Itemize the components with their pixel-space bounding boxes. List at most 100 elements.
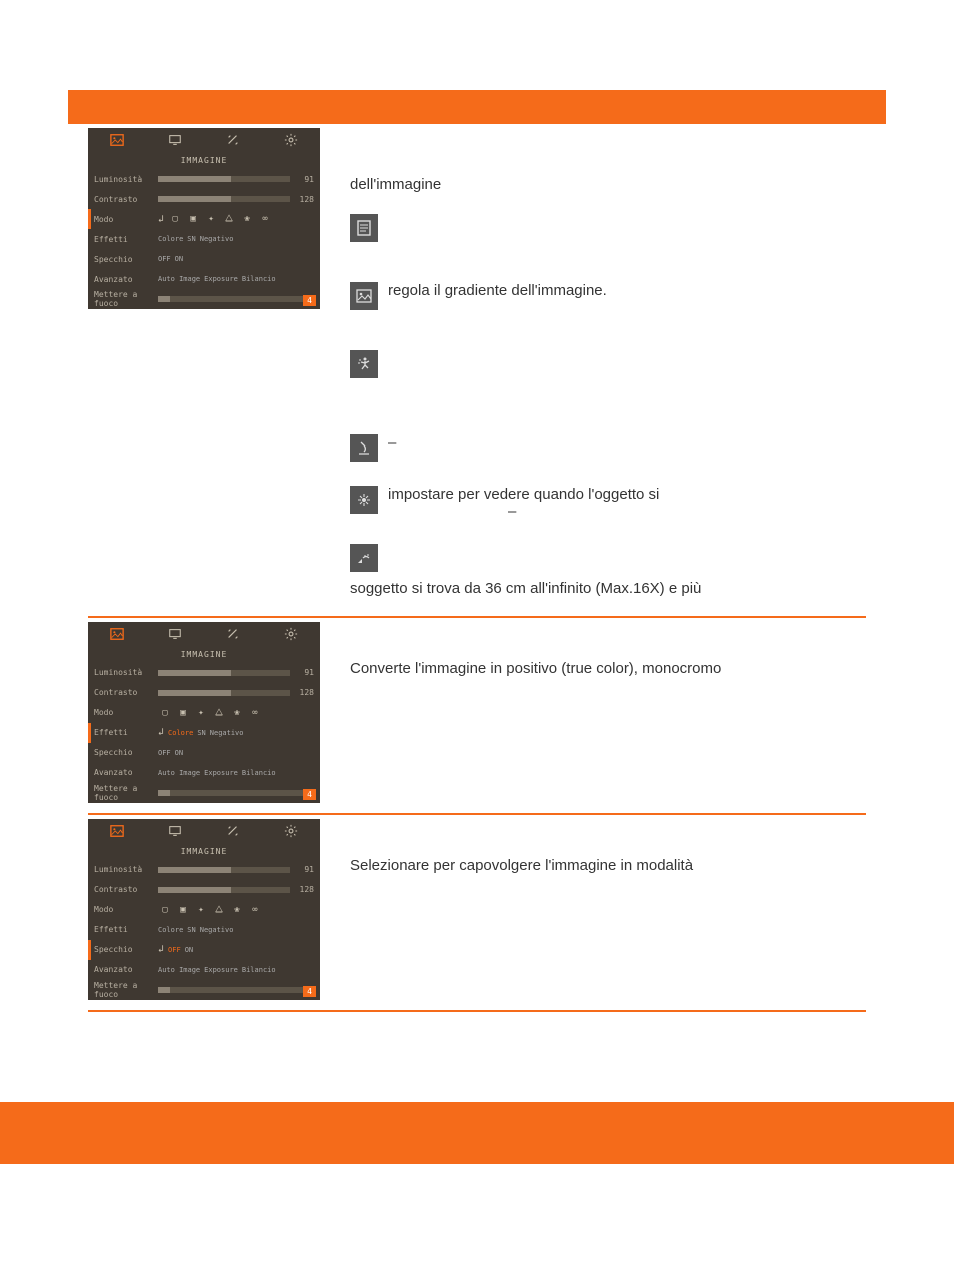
row-modo[interactable]: Modo▢▣✦⧋❀∞ [88, 900, 320, 920]
settings-panel: IMMAGINE Luminosità91 Contrasto128 Modo▢… [88, 622, 320, 803]
doc-icon[interactable]: ▢ [158, 903, 172, 917]
motion-icon[interactable]: ✦ [194, 903, 208, 917]
infinity-icon[interactable]: ∞ [248, 706, 262, 720]
photo-icon[interactable]: ▣ [186, 212, 200, 226]
normal-mode-text-2: soggetto si trova da 36 cm all'infinito … [350, 578, 866, 600]
opt-sn[interactable]: SN [187, 235, 195, 243]
motion-icon[interactable]: ✦ [204, 212, 218, 226]
opt-negativo[interactable]: Negativo [200, 235, 234, 243]
opt-autoimage[interactable]: Auto Image [158, 275, 200, 283]
opt-on[interactable]: ON [185, 946, 193, 954]
row-effetti[interactable]: EffettiColoreSNNegativo [88, 920, 320, 940]
slider-luminosita[interactable] [158, 176, 290, 182]
opt-off[interactable]: OFF [158, 749, 171, 757]
value-luminosita: 91 [290, 668, 314, 677]
row-modo[interactable]: Modo ↲ ▢ ▣ ✦ ⧋ ❀ ∞ [88, 209, 320, 229]
opt-autoimage[interactable]: Auto Image [158, 769, 200, 777]
opt-negativo[interactable]: Negativo [210, 729, 244, 737]
row-effetti[interactable]: Effetti↲ColoreSNNegativo [88, 723, 320, 743]
row-focus[interactable]: Mettere a fuoco [88, 783, 320, 803]
panel-tab-settings[interactable] [262, 819, 320, 843]
focus-value-badge: 4 [303, 986, 316, 997]
infinity-icon[interactable]: ∞ [248, 903, 262, 917]
row-luminosita[interactable]: Luminosità91 [88, 663, 320, 683]
opt-on[interactable]: ON [175, 255, 183, 263]
slider-focus[interactable] [158, 987, 314, 993]
opt-sn[interactable]: SN [197, 729, 205, 737]
panel-tab-tools[interactable] [204, 622, 262, 646]
opt-sn[interactable]: SN [187, 926, 195, 934]
motion-icon[interactable]: ✦ [194, 706, 208, 720]
row-contrasto[interactable]: Contrasto 128 [88, 189, 320, 209]
slider-contrasto[interactable] [158, 887, 290, 893]
panel-tab-image[interactable] [88, 128, 146, 152]
opt-autoimage[interactable]: Auto Image [158, 966, 200, 974]
opt-bilancio[interactable]: Bilancio [242, 275, 276, 283]
panel-tab-bar [88, 128, 320, 152]
doc-icon[interactable]: ▢ [168, 212, 182, 226]
enter-icon: ↲ [158, 214, 164, 225]
opt-colore[interactable]: Colore [158, 926, 183, 934]
microscope-icon[interactable]: ⧋ [212, 903, 226, 917]
row-specchio[interactable]: Specchio OFF ON [88, 249, 320, 269]
row-focus[interactable]: Mettere a fuoco [88, 980, 320, 1000]
panel-tab-tools[interactable] [204, 819, 262, 843]
photo-icon[interactable]: ▣ [176, 706, 190, 720]
opt-off[interactable]: OFF [168, 946, 181, 954]
opt-exposure[interactable]: Exposure [204, 275, 238, 283]
infinity-icon[interactable]: ∞ [258, 212, 272, 226]
row-specchio[interactable]: Specchio↲OFFON [88, 940, 320, 960]
panel-tab-display[interactable] [146, 128, 204, 152]
row-avanzato[interactable]: AvanzatoAuto ImageExposureBilancio [88, 960, 320, 980]
row-luminosita[interactable]: Luminosità91 [88, 860, 320, 880]
row-avanzato[interactable]: Avanzato Auto Image Exposure Bilancio [88, 269, 320, 289]
focus-value-badge: 4 [303, 789, 316, 800]
text-dellimmagine: dell'immagine [350, 174, 866, 196]
photo-icon[interactable]: ▣ [176, 903, 190, 917]
panel-column: IMMAGINE Luminosità91 Contrasto128 Modo▢… [88, 815, 332, 1000]
opt-on[interactable]: ON [175, 749, 183, 757]
doc-icon[interactable]: ▢ [158, 706, 172, 720]
macro-icon[interactable]: ❀ [230, 903, 244, 917]
panel-tab-display[interactable] [146, 819, 204, 843]
row-specchio[interactable]: SpecchioOFFON [88, 743, 320, 763]
slider-contrasto[interactable] [158, 196, 290, 202]
photo-mode-icon [350, 282, 378, 310]
panel-tab-settings[interactable] [262, 128, 320, 152]
panel-column: IMMAGINE Luminosità91 Contrasto128 Modo▢… [88, 618, 332, 803]
specchio-description: Selezionare per capovolgere l'immagine i… [350, 855, 866, 877]
row-focus[interactable]: Mettere a fuoco [88, 289, 320, 309]
row-luminosita[interactable]: Luminosità 91 [88, 169, 320, 189]
row-effetti[interactable]: Effetti Colore SN Negativo [88, 229, 320, 249]
panel-title: IMMAGINE [88, 843, 320, 860]
opt-exposure[interactable]: Exposure [204, 769, 238, 777]
row-modo[interactable]: Modo▢▣✦⧋❀∞ [88, 703, 320, 723]
panel-tab-display[interactable] [146, 622, 204, 646]
label-effetti: Effetti [94, 235, 158, 244]
row-avanzato[interactable]: AvanzatoAuto ImageExposureBilancio [88, 763, 320, 783]
slider-focus[interactable] [158, 296, 314, 302]
panel-tab-image[interactable] [88, 819, 146, 843]
slider-contrasto[interactable] [158, 690, 290, 696]
macro-icon[interactable]: ❀ [230, 706, 244, 720]
slider-focus[interactable] [158, 790, 314, 796]
opt-bilancio[interactable]: Bilancio [242, 769, 276, 777]
panel-tab-settings[interactable] [262, 622, 320, 646]
opt-colore[interactable]: Colore [168, 729, 193, 737]
slider-luminosita[interactable] [158, 867, 290, 873]
opt-bilancio[interactable]: Bilancio [242, 966, 276, 974]
macro-icon[interactable]: ❀ [240, 212, 254, 226]
microscope-icon[interactable]: ⧋ [222, 212, 236, 226]
panel-column: IMMAGINE Luminosità 91 Contrasto 128 [88, 124, 332, 309]
panel-title: IMMAGINE [88, 152, 320, 169]
slider-luminosita[interactable] [158, 670, 290, 676]
row-contrasto[interactable]: Contrasto128 [88, 880, 320, 900]
panel-tab-tools[interactable] [204, 128, 262, 152]
panel-tab-image[interactable] [88, 622, 146, 646]
row-contrasto[interactable]: Contrasto128 [88, 683, 320, 703]
opt-negativo[interactable]: Negativo [200, 926, 234, 934]
microscope-icon[interactable]: ⧋ [212, 706, 226, 720]
opt-off[interactable]: OFF [158, 255, 171, 263]
opt-exposure[interactable]: Exposure [204, 966, 238, 974]
opt-colore[interactable]: Colore [158, 235, 183, 243]
